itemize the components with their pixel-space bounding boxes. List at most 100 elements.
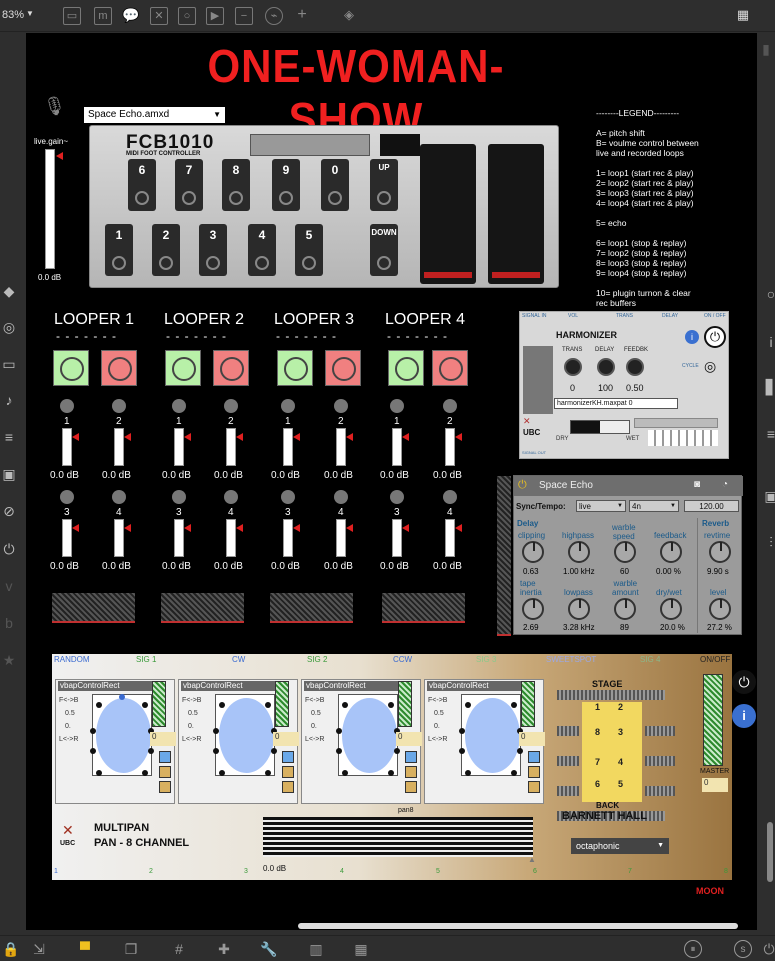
tempo-number-box[interactable]: 120.00 bbox=[684, 500, 739, 512]
lr-value[interactable]: 0. bbox=[434, 723, 440, 730]
revtime-dial[interactable] bbox=[709, 541, 731, 563]
gain-slider[interactable] bbox=[283, 428, 293, 466]
vbap-pan-area[interactable] bbox=[465, 698, 520, 773]
power-icon[interactable]: ⏻ bbox=[760, 940, 775, 958]
gain-pointer[interactable] bbox=[293, 433, 300, 441]
lr-value[interactable]: 0. bbox=[65, 723, 71, 730]
fb-value[interactable]: 0.5 bbox=[65, 710, 75, 717]
zoom-dropdown-icon[interactable]: ▼ bbox=[26, 9, 34, 18]
pan8-multislider[interactable] bbox=[263, 817, 533, 857]
s-icon[interactable]: s bbox=[734, 940, 752, 958]
stop-button[interactable] bbox=[432, 350, 468, 386]
add-icon[interactable]: + bbox=[293, 7, 311, 25]
stop-button[interactable] bbox=[101, 350, 137, 386]
presentation-icon[interactable]: ⇲ bbox=[30, 940, 48, 958]
star-icon[interactable]: ★ bbox=[0, 651, 18, 669]
level-dial[interactable] bbox=[709, 598, 731, 620]
gain-slider[interactable] bbox=[283, 519, 293, 557]
music-note-icon[interactable]: ♪ bbox=[0, 391, 18, 409]
play-icon[interactable]: ▶ bbox=[206, 7, 224, 25]
highpass-dial[interactable] bbox=[568, 541, 590, 563]
gain-slider[interactable] bbox=[392, 428, 402, 466]
stop-button[interactable] bbox=[213, 350, 249, 386]
speaker-toggle[interactable] bbox=[159, 766, 171, 778]
fb-value[interactable]: 0.5 bbox=[311, 710, 321, 717]
record-button[interactable] bbox=[165, 350, 201, 386]
speaker-toggle[interactable] bbox=[282, 766, 294, 778]
speaker-toggle[interactable] bbox=[528, 766, 540, 778]
gain-pointer[interactable] bbox=[402, 433, 409, 441]
lock-icon[interactable]: 🔒 bbox=[2, 940, 20, 958]
info-icon[interactable]: i bbox=[762, 333, 775, 351]
lr-value[interactable]: 0. bbox=[311, 723, 317, 730]
gain-slider[interactable] bbox=[114, 428, 124, 466]
settings-sliders-icon[interactable]: ⫶ bbox=[762, 533, 775, 551]
gain-slider[interactable] bbox=[336, 428, 346, 466]
gain-pointer[interactable] bbox=[72, 524, 79, 532]
windows-icon[interactable]: ❐ bbox=[122, 940, 140, 958]
warble-speed-dial[interactable] bbox=[614, 541, 636, 563]
gain-slider[interactable] bbox=[174, 428, 184, 466]
gain-slider[interactable] bbox=[62, 519, 72, 557]
patch-menu[interactable]: Space Echo.amxd ▼ bbox=[84, 107, 225, 123]
gain-pointer[interactable] bbox=[293, 524, 300, 532]
speaker-toggle[interactable] bbox=[405, 781, 417, 793]
window-icon[interactable]: ▭ bbox=[0, 355, 18, 373]
gain-pointer[interactable] bbox=[236, 433, 243, 441]
grid-icon[interactable]: # bbox=[170, 940, 188, 958]
speaker-number[interactable]: 0 bbox=[396, 732, 422, 746]
gain-slider[interactable] bbox=[445, 519, 455, 557]
paperclip-icon[interactable]: ⊘ bbox=[0, 502, 18, 520]
record-button[interactable] bbox=[277, 350, 313, 386]
gain-pointer[interactable] bbox=[455, 433, 462, 441]
info-icon[interactable]: i bbox=[732, 704, 756, 728]
trans-knob[interactable] bbox=[564, 358, 582, 376]
camera-icon[interactable]: ◙ bbox=[694, 479, 700, 490]
message-box-icon[interactable]: m bbox=[94, 7, 112, 25]
master-number[interactable]: 0 bbox=[702, 778, 728, 792]
slider-icon[interactable]: − bbox=[235, 7, 253, 25]
plug-icon[interactable]: ⏻ bbox=[0, 540, 18, 558]
zoom-level[interactable]: 83% bbox=[2, 9, 24, 21]
camera-icon[interactable]: ▣ bbox=[762, 487, 775, 505]
search-icon[interactable]: ○ bbox=[762, 285, 775, 303]
gain-slider[interactable] bbox=[174, 519, 184, 557]
gain-slider[interactable] bbox=[114, 519, 124, 557]
gain-slider[interactable] bbox=[445, 428, 455, 466]
book-icon[interactable]: ▋ bbox=[762, 378, 775, 396]
gain-pointer[interactable] bbox=[72, 433, 79, 441]
record-button[interactable] bbox=[53, 350, 89, 386]
list-icon[interactable]: ≡ bbox=[762, 425, 775, 443]
vimeo-icon[interactable]: v bbox=[0, 577, 18, 595]
cycle-spiral-icon[interactable]: ◎ bbox=[704, 358, 716, 375]
gain-pointer[interactable] bbox=[346, 524, 353, 532]
keyboard-icon[interactable]: ▦ bbox=[352, 940, 370, 958]
dial-icon[interactable]: ⌁ bbox=[265, 7, 283, 25]
harmonizer-preset-grid[interactable] bbox=[648, 430, 718, 446]
delay-knob[interactable] bbox=[597, 358, 615, 376]
tape-inertia-dial[interactable] bbox=[522, 598, 544, 620]
comment-icon[interactable]: 💬 bbox=[122, 7, 140, 25]
speaker-number[interactable]: 0 bbox=[519, 732, 545, 746]
speaker-toggle[interactable] bbox=[159, 781, 171, 793]
speaker-toggle[interactable] bbox=[405, 766, 417, 778]
vbap-pan-area[interactable] bbox=[342, 698, 397, 773]
cube-icon[interactable]: ◆ bbox=[0, 282, 18, 300]
speaker-number[interactable]: 0 bbox=[150, 732, 176, 746]
fb-value[interactable]: 0.5 bbox=[434, 710, 444, 717]
power-icon[interactable]: ⏻ bbox=[732, 670, 756, 694]
info-icon[interactable]: i bbox=[685, 330, 699, 344]
live-gain-slider[interactable] bbox=[45, 149, 55, 269]
gain-pointer[interactable] bbox=[184, 524, 191, 532]
gain-slider[interactable] bbox=[226, 428, 236, 466]
toggle-icon[interactable]: ✕ bbox=[150, 7, 168, 25]
speaker-toggle[interactable] bbox=[282, 751, 294, 763]
feedback-dial[interactable] bbox=[660, 541, 682, 563]
dry-wet-slider[interactable] bbox=[570, 420, 630, 434]
target-icon[interactable]: ◎ bbox=[0, 318, 18, 336]
snap-icon[interactable]: ✚ bbox=[215, 940, 233, 958]
stop-button[interactable] bbox=[325, 350, 361, 386]
pan-pointer-icon[interactable]: ▲ bbox=[528, 855, 536, 864]
sync-dropdown[interactable]: live ▼ bbox=[576, 500, 626, 512]
piano-icon[interactable]: ▥ bbox=[307, 940, 325, 958]
